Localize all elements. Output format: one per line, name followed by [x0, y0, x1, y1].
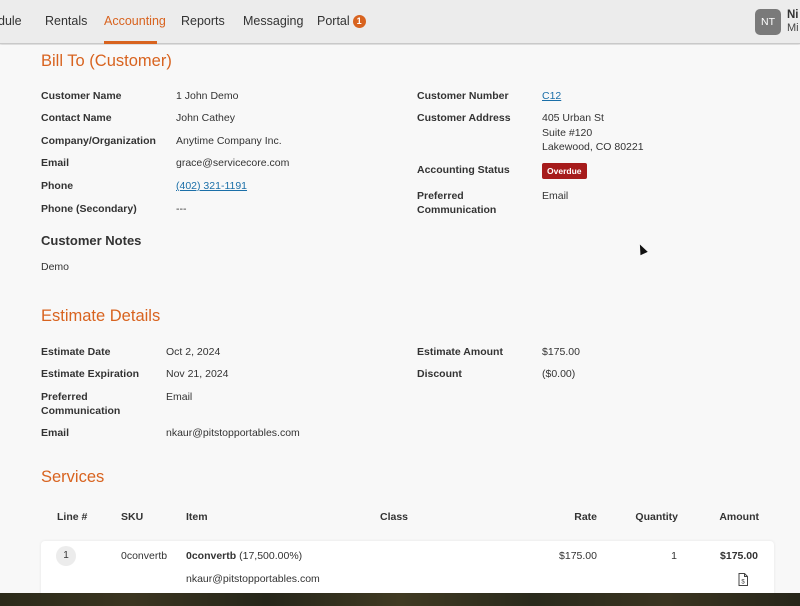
user-subtitle: Mi	[787, 22, 799, 34]
company-label: Company/Organization	[41, 135, 156, 147]
line-number-badge: 1	[56, 546, 76, 566]
estimate-amount-label: Estimate Amount	[417, 346, 503, 358]
estimate-detail-content: Bill To (Customer) Customer Name 1 John …	[0, 45, 800, 593]
portal-notification-badge: 1	[352, 15, 366, 28]
nav-item-schedule[interactable]: dule	[0, 14, 22, 28]
customer-notes-title: Customer Notes	[41, 233, 142, 248]
discount-label: Discount	[417, 368, 462, 380]
svg-text:$: $	[741, 580, 745, 586]
estimate-preferred-communication-value: Email	[166, 391, 193, 403]
column-header-amount: Amount	[719, 511, 759, 523]
row-item-name: 0convertb	[186, 550, 237, 562]
estimate-expiration-label: Estimate Expiration	[41, 368, 140, 380]
invoice-document-icon[interactable]: $	[738, 573, 748, 591]
nav-item-portal[interactable]: Portal 1	[317, 14, 366, 28]
phone-label: Phone	[41, 180, 74, 192]
row-item-email: nkaur@pitstopportables.com	[186, 573, 320, 585]
phone-link[interactable]: (402) 321-1191	[176, 179, 247, 194]
row-quantity: 1	[671, 550, 677, 562]
row-rate: $175.00	[559, 550, 597, 562]
preferred-communication-value: Email	[542, 190, 569, 202]
services-section-title: Services	[41, 468, 105, 486]
customer-name-value: 1 John Demo	[176, 90, 239, 102]
customer-name-label: Customer Name	[41, 90, 122, 102]
column-header-item: Item	[186, 511, 208, 523]
top-navigation: dule Rentals Accounting Reports Messagin…	[0, 0, 800, 44]
email-label: Email	[41, 157, 70, 169]
preferred-communication-label-line1: Preferred	[417, 190, 464, 202]
estimate-date-value: Oct 2, 2024	[166, 346, 221, 358]
customer-address-line1: 405 Urban St	[542, 112, 604, 124]
column-header-class: Class	[380, 511, 409, 523]
estimate-preferred-communication-label-line1: Preferred	[41, 391, 88, 403]
active-tab-indicator	[104, 41, 157, 44]
accounting-status-label: Accounting Status	[417, 164, 510, 176]
estimate-preferred-communication-label-line2: Communication	[41, 405, 121, 417]
estimate-date-label: Estimate Date	[41, 346, 111, 358]
estimate-email-label: Email	[41, 427, 70, 439]
column-header-line: Line #	[57, 511, 88, 523]
customer-notes-value: Demo	[41, 261, 70, 273]
contact-name-value: John Cathey	[176, 112, 235, 124]
nav-item-accounting[interactable]: Accounting	[104, 14, 166, 28]
overdue-status-badge: Overdue	[542, 163, 587, 179]
customer-number-label: Customer Number	[417, 90, 509, 102]
row-amount: $175.00	[720, 550, 758, 562]
estimate-amount-value: $175.00	[542, 346, 580, 358]
row-item-percent: (17,500.00%)	[239, 550, 303, 562]
discount-value: ($0.00)	[542, 368, 576, 380]
phone-secondary-value: ---	[176, 203, 187, 215]
nav-item-messaging[interactable]: Messaging	[243, 14, 303, 28]
table-row	[41, 541, 774, 593]
email-value: grace@servicecore.com	[176, 157, 290, 169]
customer-address-line2: Suite #120	[542, 126, 593, 139]
estimate-details-section-title: Estimate Details	[41, 307, 161, 325]
customer-address-label: Customer Address	[417, 112, 511, 124]
company-value: Anytime Company Inc.	[176, 135, 282, 147]
row-sku: 0convertb	[121, 550, 168, 562]
row-item: 0convertb (17,500.00%)	[186, 550, 302, 562]
user-avatar[interactable]: NT	[755, 9, 781, 35]
column-header-rate: Rate	[574, 511, 597, 523]
column-header-sku: SKU	[121, 511, 144, 523]
nav-item-reports[interactable]: Reports	[181, 14, 225, 28]
estimate-email-value: nkaur@pitstopportables.com	[166, 427, 300, 439]
background-image-strip	[0, 593, 800, 606]
customer-number-link[interactable]: C12	[542, 89, 561, 104]
nav-item-portal-label: Portal	[317, 14, 350, 28]
preferred-communication-label-line2: Communication	[417, 204, 497, 216]
user-name: Ni	[787, 9, 799, 21]
contact-name-label: Contact Name	[41, 112, 112, 124]
column-header-quantity: Quantity	[635, 511, 678, 523]
nav-item-rentals[interactable]: Rentals	[45, 14, 87, 28]
bill-to-section-title: Bill To (Customer)	[41, 52, 172, 70]
phone-secondary-label: Phone (Secondary)	[41, 203, 137, 215]
estimate-expiration-value: Nov 21, 2024	[166, 368, 229, 380]
customer-address-line3: Lakewood, CO 80221	[542, 141, 644, 153]
